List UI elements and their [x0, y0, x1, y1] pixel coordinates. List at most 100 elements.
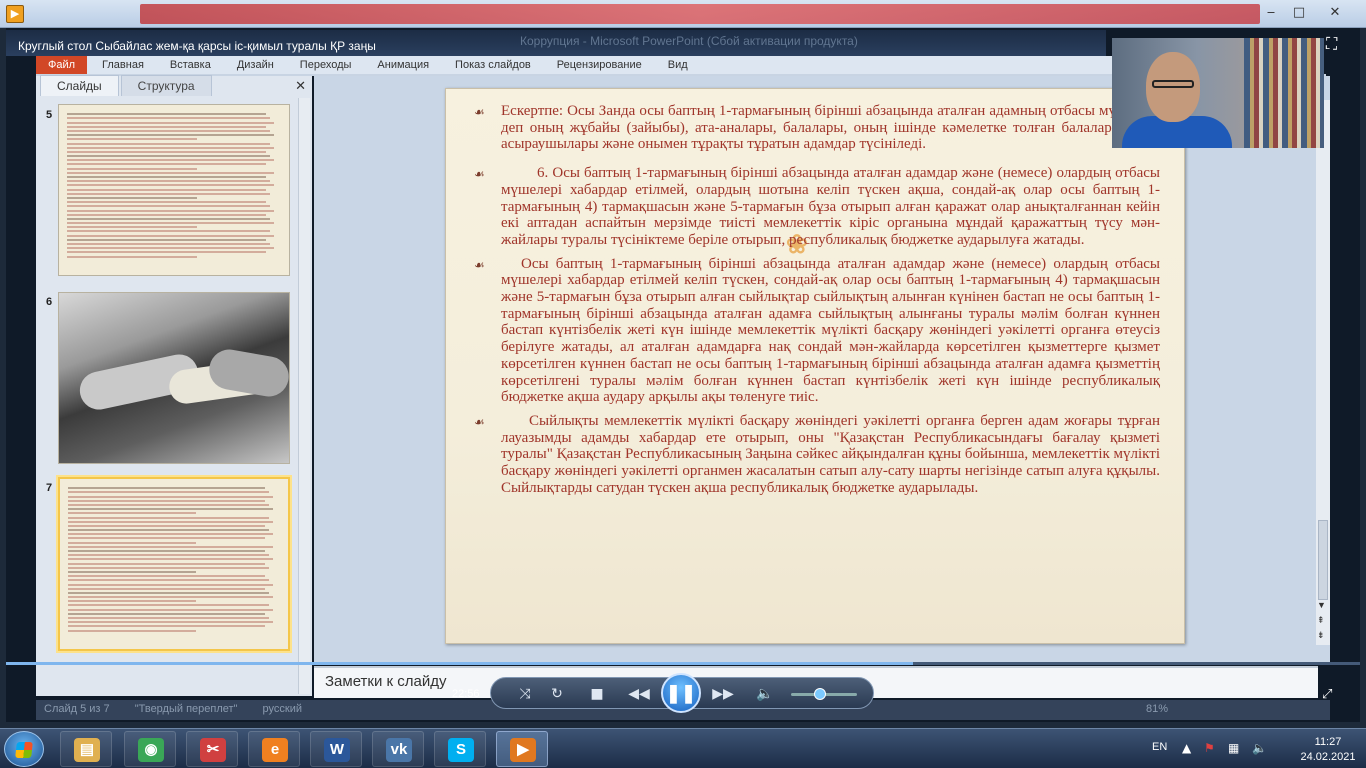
fullscreen-icon[interactable]: ⛶ [1326, 36, 1348, 58]
thumbnail-text-line [67, 142, 271, 145]
thumbnail-text-line [67, 234, 275, 237]
tab-file[interactable]: Файл [36, 56, 88, 74]
tab-view[interactable]: Вид [655, 59, 701, 71]
windows-logo-icon [15, 742, 33, 758]
slides-panel: Слайды Структура ✕ 5 6 7 [36, 75, 312, 696]
taskbar-app-snipping-tool[interactable]: ✂ [186, 731, 238, 767]
thumbnail-text-line [67, 155, 271, 158]
thumbnail-text-line [67, 222, 275, 225]
skype-icon: S [448, 738, 474, 762]
bullet-icon: ☙ [474, 257, 485, 272]
rewind-icon[interactable]: ◀◀ [627, 684, 651, 704]
clock[interactable]: 11:27 24.02.2021 [1298, 735, 1358, 765]
slide-thumbnail-6[interactable] [58, 292, 290, 464]
repeat-icon[interactable]: ↻ [545, 684, 569, 704]
switch-mode-icon[interactable]: ⤢ [1322, 686, 1332, 702]
action-center-icon[interactable]: ⚑ [1204, 741, 1215, 755]
pause-button[interactable]: ❚❚ [661, 673, 701, 713]
background-window-title [140, 4, 1260, 24]
thumbnail-text-line [67, 213, 266, 216]
taskbar-app-media-player[interactable]: ▶ [496, 731, 548, 767]
slide-scrollbar[interactable]: ▼ ⇞ ⇟ [1316, 100, 1330, 645]
time-elapsed: 22:56 [452, 688, 480, 700]
thumbnail-text-line [68, 512, 197, 515]
scroll-down-icon[interactable]: ▼ [1317, 600, 1326, 610]
thumbnail-text-line [67, 159, 275, 162]
slides-panel-scrollbar[interactable] [298, 98, 310, 694]
thumbnail-text-line [68, 503, 270, 506]
stop-icon[interactable]: ■ [585, 684, 609, 704]
clock-time: 11:27 [1314, 736, 1342, 748]
taskbar-app-internet-explorer[interactable]: e [248, 731, 300, 767]
tab-design[interactable]: Дизайн [224, 59, 287, 71]
volume-icon[interactable]: 🔈 [1252, 741, 1267, 755]
thumbnail-text-line [68, 629, 197, 632]
thumbnail-text-line [68, 491, 270, 494]
thumbnail-text-line [67, 192, 271, 195]
prev-slide-icon[interactable]: ⇞ [1317, 615, 1325, 626]
taskbar-app-chrome[interactable]: ◉ [124, 731, 176, 767]
slide-paragraph-text: Сыйлықты мемлекеттік мүлікті басқару жөн… [501, 412, 1160, 496]
tray-expand-icon[interactable]: ▲ [1182, 741, 1191, 755]
thumbnail-text-line [67, 184, 275, 187]
slide-number: 7 [46, 482, 53, 494]
playback-progress[interactable] [6, 662, 1360, 665]
slide-paragraph-text: 6. Осы баптың 1-тармағының бірінші абзац… [501, 165, 1160, 248]
thumbnail-text-line [67, 176, 266, 178]
taskbar-app-explorer[interactable]: ▤ [60, 731, 112, 767]
thumbnail-text-line [67, 146, 275, 149]
tab-insert[interactable]: Вставка [157, 59, 224, 71]
thumbnail-text-line [67, 188, 266, 191]
thumbnail-text-line [67, 167, 197, 170]
shuffle-icon[interactable]: ⤨ [513, 684, 537, 704]
tab-outline[interactable]: Структура [120, 75, 212, 96]
minimize-icon[interactable]: ‒ [1258, 3, 1284, 23]
volume-knob[interactable] [813, 688, 826, 700]
tab-animation[interactable]: Анимация [364, 59, 442, 71]
tab-transitions[interactable]: Переходы [287, 59, 365, 71]
slide-number: 5 [46, 109, 53, 121]
thumbnail-text-line [68, 516, 270, 519]
thumbnail-text-line [67, 121, 275, 124]
slide-canvas[interactable]: ❀ ☙ Ескертпе: Осы Занда осы баптың 1-тар… [445, 88, 1185, 644]
taskbar-app-word[interactable]: W [310, 731, 362, 767]
panel-close-icon[interactable]: ✕ [295, 78, 306, 94]
thumbnail-text-line [68, 600, 197, 603]
thumbnail-text-line [68, 625, 265, 628]
thumbnail-text-line [67, 251, 266, 254]
thumbnail-text-line [68, 545, 274, 548]
thumbnail-text-line [68, 499, 265, 502]
fast-forward-icon[interactable]: ▶▶ [711, 684, 735, 704]
thumbnail-text-line [68, 612, 265, 615]
start-button[interactable] [4, 731, 44, 767]
player-app-icon[interactable]: ▶ [6, 5, 24, 23]
slide-paragraph: ☙ Осы баптың 1-тармағының бірінші абзацы… [446, 256, 1184, 406]
slide-thumbnail-7[interactable] [58, 477, 290, 651]
thumbnail-text-line [67, 255, 197, 258]
network-icon[interactable]: ▦ [1228, 741, 1239, 755]
thumbnail-text-line [68, 554, 270, 557]
notes-placeholder: Заметки к слайду [325, 673, 447, 690]
thumbnail-text-line [68, 520, 274, 523]
taskbar: ▤ ◉ ✂ e Wvk S ▶ EN ▲ ⚑ ▦ 🔈 11:27 24.02.2021 [0, 728, 1366, 768]
speaker-icon[interactable]: 🔈 [753, 684, 777, 704]
slide-thumbnail-5[interactable] [58, 104, 290, 276]
tab-home[interactable]: Главная [89, 59, 157, 71]
thumbnail-text-line [68, 537, 265, 540]
maximize-icon[interactable]: □ [1286, 3, 1312, 23]
slide-paragraph-text: Осы баптың 1-тармағының бірінші абзацынд… [501, 255, 1160, 406]
thumbnail-text-line [67, 171, 275, 174]
tab-slideshow[interactable]: Показ слайдов [442, 59, 544, 71]
tab-review[interactable]: Рецензирование [544, 59, 655, 71]
thumbnail-text-line [67, 201, 266, 204]
input-language[interactable]: EN [1152, 741, 1167, 753]
explorer-icon: ▤ [74, 738, 100, 762]
taskbar-app-skype[interactable]: S [434, 731, 486, 767]
thumbnail-text-line [68, 596, 274, 599]
close-icon[interactable]: ✕ [1322, 3, 1348, 23]
thumbnail-text-line [68, 495, 274, 498]
next-slide-icon[interactable]: ⇟ [1317, 630, 1325, 641]
scrollbar-thumb[interactable] [1318, 520, 1328, 600]
tab-slides[interactable]: Слайды [40, 75, 119, 96]
taskbar-app-vk[interactable]: vk [372, 731, 424, 767]
